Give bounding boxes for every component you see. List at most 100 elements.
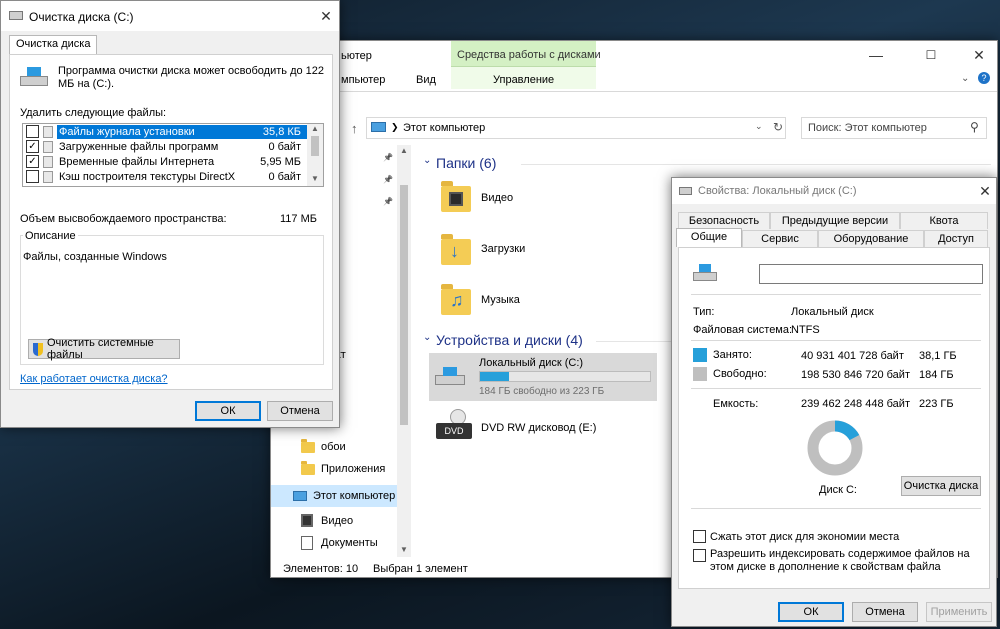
props-ok-button[interactable]: ОК bbox=[778, 602, 844, 622]
scroll-thumb[interactable] bbox=[400, 185, 408, 425]
file-checkbox[interactable]: ✓ bbox=[26, 155, 39, 168]
drive-icon bbox=[693, 264, 717, 282]
minimize-icon[interactable]: — bbox=[861, 44, 891, 66]
local-disk-item[interactable]: Локальный диск (C:) 184 ГБ свободно из 2… bbox=[429, 353, 657, 401]
props-apply-button[interactable]: Применить bbox=[926, 602, 992, 622]
file-name: Загруженные файлы программ bbox=[59, 140, 219, 153]
file-checkbox[interactable] bbox=[26, 170, 39, 183]
help-link[interactable]: Как работает очистка диска? bbox=[20, 373, 168, 385]
section-devices: Устройства и диски (4) bbox=[436, 332, 583, 348]
cleanup-ok-button[interactable]: ОК bbox=[195, 401, 261, 421]
documents-folder-icon bbox=[301, 536, 313, 550]
address-bar[interactable]: ❯ Этот компьютер ⌄ ↻ bbox=[366, 117, 786, 139]
tab-service[interactable]: Сервис bbox=[742, 230, 818, 247]
drive-icon bbox=[435, 367, 465, 387]
downloads-folder-icon: ↓ bbox=[441, 234, 471, 265]
scroll-thumb[interactable] bbox=[311, 136, 319, 156]
ribbon-tools-label: Средства работы с дисками bbox=[457, 49, 601, 61]
folder-music-label[interactable]: Музыка bbox=[481, 294, 520, 306]
file-row[interactable]: ✓ Загруженные файлы программ 0 байт bbox=[23, 139, 307, 154]
nav-item-wallpapers[interactable]: обои bbox=[301, 438, 346, 453]
file-size: 5,95 МБ bbox=[260, 155, 301, 168]
close-icon[interactable]: ✕ bbox=[964, 44, 994, 66]
usage-donut-chart bbox=[807, 420, 863, 476]
tab-security[interactable]: Безопасность bbox=[678, 212, 770, 229]
free-label: Свободно: bbox=[713, 368, 767, 380]
pin-icon: 📌 bbox=[383, 174, 393, 184]
props-cancel-button[interactable]: Отмена bbox=[852, 602, 918, 622]
search-box[interactable]: Поиск: Этот компьютер ⚲ bbox=[801, 117, 987, 139]
file-row[interactable]: ✓ Временные файлы Интернета 5,95 МБ bbox=[23, 154, 307, 169]
pin-icon: 📌 bbox=[383, 196, 393, 206]
index-option[interactable]: Разрешить индексировать содержимое файло… bbox=[693, 548, 983, 574]
volume-name-input[interactable] bbox=[759, 264, 983, 284]
file-name: Кэш построителя текстуры DirectX bbox=[59, 170, 236, 183]
clean-system-files-button[interactable]: Очистить системные файлы bbox=[28, 337, 180, 361]
used-swatch bbox=[693, 348, 707, 362]
nav-scrollbar[interactable]: ▲ ▼ bbox=[397, 145, 411, 557]
computer-icon bbox=[371, 122, 386, 132]
compress-option[interactable]: Сжать этот диск для экономии места bbox=[693, 530, 899, 543]
tab-previous-versions[interactable]: Предыдущие версии bbox=[770, 212, 900, 229]
props-title: Свойства: Локальный диск (C:) bbox=[698, 185, 857, 197]
capacity-label: Емкость: bbox=[713, 398, 759, 410]
scroll-up-icon[interactable]: ▲ bbox=[400, 146, 408, 155]
help-icon[interactable]: ? bbox=[978, 72, 990, 84]
free-bytes: 198 530 846 720 байт bbox=[801, 369, 910, 381]
folder-video-label[interactable]: Видео bbox=[481, 192, 513, 204]
up-arrow-icon[interactable]: ↑ bbox=[351, 121, 358, 136]
address-dropdown-icon[interactable]: ⌄ bbox=[755, 121, 763, 132]
folder-downloads-label[interactable]: Загрузки bbox=[481, 243, 525, 255]
close-icon[interactable]: ✕ bbox=[970, 180, 1000, 202]
used-gb: 38,1 ГБ bbox=[919, 350, 957, 362]
file-row[interactable]: Кэш построителя текстуры DirectX 0 байт bbox=[23, 169, 307, 184]
tab-disk-cleanup[interactable]: Очистка диска bbox=[9, 35, 98, 54]
scroll-down-icon[interactable]: ▼ bbox=[400, 545, 408, 554]
file-name: Файлы журнала установки bbox=[57, 124, 243, 139]
tab-general[interactable]: Общие bbox=[676, 228, 742, 247]
tab-sharing[interactable]: Доступ bbox=[924, 230, 988, 247]
index-checkbox[interactable] bbox=[693, 549, 706, 562]
file-row[interactable]: Файлы журнала установки 35,8 КБ bbox=[23, 124, 307, 139]
files-list-scrollbar[interactable]: ▲ ▼ bbox=[307, 124, 323, 186]
maximize-icon[interactable]: ☐ bbox=[916, 44, 946, 66]
free-gb: 184 ГБ bbox=[919, 369, 954, 381]
file-type-icon bbox=[43, 170, 53, 183]
nav-item-this-pc[interactable]: Этот компьютер bbox=[271, 485, 397, 507]
props-titlebar: Свойства: Локальный диск (C:) ✕ bbox=[672, 178, 996, 204]
used-bytes: 40 931 401 728 байт bbox=[801, 350, 904, 362]
disk-properties-dialog: Свойства: Локальный диск (C:) ✕ Безопасн… bbox=[671, 177, 997, 627]
chevron-down-icon[interactable]: ⌄ bbox=[423, 155, 431, 166]
address-separator-icon: ❯ bbox=[391, 122, 399, 132]
chevron-down-icon[interactable]: ⌄ bbox=[961, 73, 969, 84]
nav-item-apps[interactable]: Приложения bbox=[301, 460, 385, 475]
refresh-icon[interactable]: ↻ bbox=[773, 120, 783, 134]
file-checkbox[interactable] bbox=[26, 125, 39, 138]
tab-quota[interactable]: Квота bbox=[900, 212, 988, 229]
shield-icon bbox=[33, 342, 43, 356]
ribbon-tab-computer[interactable]: мпьютер bbox=[341, 74, 385, 86]
description-text: Файлы, созданные Windows bbox=[23, 251, 167, 263]
file-checkbox[interactable]: ✓ bbox=[26, 140, 39, 153]
folder-icon bbox=[301, 460, 315, 475]
tab-hardware[interactable]: Оборудование bbox=[818, 230, 924, 247]
ribbon-tab-view[interactable]: Вид bbox=[416, 74, 436, 86]
ribbon-tools-tab[interactable]: Средства работы с дисками bbox=[451, 41, 601, 67]
nav-item-video[interactable]: Видео bbox=[301, 514, 353, 527]
nav-item-documents[interactable]: Документы bbox=[301, 536, 378, 550]
cleanup-cancel-button[interactable]: Отмена bbox=[267, 401, 333, 421]
status-items: Элементов: 10 bbox=[283, 563, 359, 575]
scroll-down-icon[interactable]: ▼ bbox=[311, 174, 319, 183]
chevron-down-icon[interactable]: ⌄ bbox=[423, 332, 431, 343]
ribbon-tab-manage[interactable]: Управление bbox=[493, 74, 554, 86]
folder-icon bbox=[301, 438, 315, 453]
local-disk-name: Локальный диск (C:) bbox=[479, 357, 584, 369]
close-icon[interactable]: ✕ bbox=[311, 5, 341, 27]
cleanup-tab-panel: Программа очистки диска может освободить… bbox=[9, 54, 333, 390]
free-row: Свободно: bbox=[693, 367, 767, 381]
fs-value: NTFS bbox=[791, 324, 820, 336]
scroll-up-icon[interactable]: ▲ bbox=[311, 124, 319, 133]
compress-checkbox[interactable] bbox=[693, 530, 706, 543]
dvd-drive-label[interactable]: DVD RW дисковод (E:) bbox=[481, 422, 596, 434]
disk-cleanup-button[interactable]: Очистка диска bbox=[901, 476, 981, 496]
